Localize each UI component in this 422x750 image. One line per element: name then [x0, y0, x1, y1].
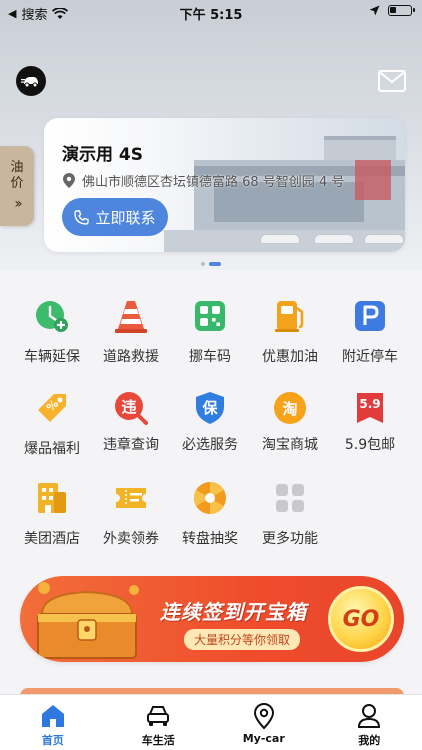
car-icon: [147, 706, 170, 726]
oil-price-tab[interactable]: 油 价 ››: [0, 146, 34, 226]
grid-label: 挪车码: [189, 349, 231, 365]
grid-item-hot-deals[interactable]: % 爆品福利: [12, 390, 92, 460]
grid-label: 更多功能: [262, 531, 318, 547]
grid-item-meituan-hotel[interactable]: 美团酒店: [12, 480, 92, 550]
banner-pagination: [0, 262, 422, 266]
qr-code-icon: [195, 301, 225, 331]
grid-label: 外卖领券: [103, 531, 159, 547]
grid-label: 车辆延保: [24, 349, 80, 365]
grid-label: 淘宝商城: [262, 437, 318, 453]
tab-label: My-car: [242, 732, 285, 745]
shield-icon: 保: [192, 390, 228, 426]
grid-label: 转盘抽奖: [182, 531, 238, 547]
promo-subtitle: 大量积分等你领取: [184, 629, 301, 650]
grid-item-violation-query[interactable]: 违 违章查询: [91, 390, 171, 460]
grid-item-nearby-parking[interactable]: 附近停车: [330, 298, 410, 368]
fuel-pump-icon: [275, 301, 304, 332]
oil-price-label-1: 油: [10, 160, 24, 175]
mail-icon[interactable]: [378, 70, 406, 92]
grid-item-road-rescue[interactable]: 道路救援: [91, 298, 171, 368]
location-pin-icon: [63, 173, 75, 188]
parking-icon: [355, 301, 385, 331]
tab-car-life[interactable]: 车生活: [106, 695, 212, 750]
status-bar: ◀ 搜索 下午 5:15: [0, 0, 422, 24]
battery-icon: [388, 5, 415, 16]
grid-item-extended-warranty[interactable]: 车辆延保: [12, 298, 92, 368]
traffic-cone-icon: [115, 301, 147, 333]
dealer-building-image: [164, 136, 405, 252]
status-time: 下午 5:15: [179, 8, 243, 23]
tab-mine[interactable]: 我的: [317, 695, 422, 750]
tab-home[interactable]: 首页: [0, 695, 106, 750]
violation-glyph: 违: [121, 398, 137, 416]
oil-price-label-2: 价: [10, 176, 24, 191]
shield-glyph: 保: [202, 399, 218, 417]
contact-now-label: 立即联系: [95, 208, 156, 227]
dealer-name: 演示用 4S: [62, 145, 143, 165]
taobao-glyph: 淘: [282, 400, 298, 418]
tab-label: 首页: [41, 734, 64, 747]
ticket-icon: [116, 488, 146, 508]
grid-label: 爆品福利: [24, 441, 80, 457]
violation-search-icon: 违: [113, 390, 149, 426]
grid-label: 附近停车: [342, 349, 398, 365]
dealer-address-text: 佛山市顺德区杏坛镇德富路 68 号智创园 4 号: [82, 175, 345, 190]
coupon-icon: %: [38, 394, 66, 422]
contact-now-button[interactable]: 立即联系: [62, 198, 168, 236]
dealer-address: 佛山市顺德区杏坛镇德富路 68 号智创园 4 号: [62, 171, 344, 190]
grid-label: 道路救援: [103, 349, 159, 365]
taobao-icon: 淘: [272, 390, 308, 426]
user-icon: [358, 704, 381, 728]
bottom-tab-bar: 首页 车生活 My-car 我的: [0, 694, 422, 750]
price-tag-icon: 5.9: [352, 390, 388, 426]
location-arrow-icon: [369, 5, 380, 16]
tab-label: 我的: [358, 734, 381, 747]
grid-label: 优惠加油: [262, 349, 318, 365]
grid-label: 违章查询: [103, 437, 159, 453]
grid-item-taobao-mall[interactable]: 淘 淘宝商城: [250, 390, 330, 460]
location-pin-icon: [253, 702, 274, 730]
treasure-chest-icon: [37, 582, 139, 659]
grid-label: 美团酒店: [24, 531, 80, 547]
home-icon: [41, 705, 64, 727]
hotel-icon: [38, 483, 66, 513]
grid-item-essential-service[interactable]: 保 必选服务: [170, 390, 250, 460]
grid-item-lucky-wheel[interactable]: 转盘抽奖: [170, 480, 250, 550]
clock-plus-icon: [36, 301, 68, 332]
app-logo-icon[interactable]: [16, 66, 46, 96]
grid-item-more-features[interactable]: 更多功能: [250, 480, 330, 550]
sign-in-promo-banner[interactable]: 连续签到开宝箱 大量积分等你领取 GO: [20, 576, 404, 662]
pagination-dot[interactable]: [201, 262, 205, 266]
grid-item-free-shipping[interactable]: 5.9 5.9包邮: [330, 390, 410, 460]
go-button[interactable]: GO: [328, 586, 394, 652]
grid-item-fuel-discount[interactable]: 优惠加油: [250, 298, 330, 368]
grid-item-move-car-code[interactable]: 挪车码: [170, 298, 250, 368]
grid-label: 必选服务: [182, 437, 238, 453]
grid-item-takeout-coupon[interactable]: 外卖领券: [91, 480, 171, 550]
pagination-dot-active[interactable]: [209, 262, 221, 266]
lottery-wheel-icon: [193, 481, 226, 515]
price-tag-glyph: 5.9: [359, 397, 381, 411]
promo-title: 连续签到开宝箱: [160, 600, 307, 624]
phone-icon: [74, 209, 90, 225]
grid-label: 5.9包邮: [344, 437, 396, 453]
dealer-banner[interactable]: 演示用 4S 佛山市顺德区杏坛镇德富路 68 号智创园 4 号 立即联系: [44, 118, 405, 252]
more-grid-icon: [276, 484, 304, 512]
double-chevron-right-icon: ››: [14, 196, 22, 212]
tab-label: 车生活: [141, 734, 175, 747]
tab-my-car[interactable]: My-car: [211, 695, 317, 750]
